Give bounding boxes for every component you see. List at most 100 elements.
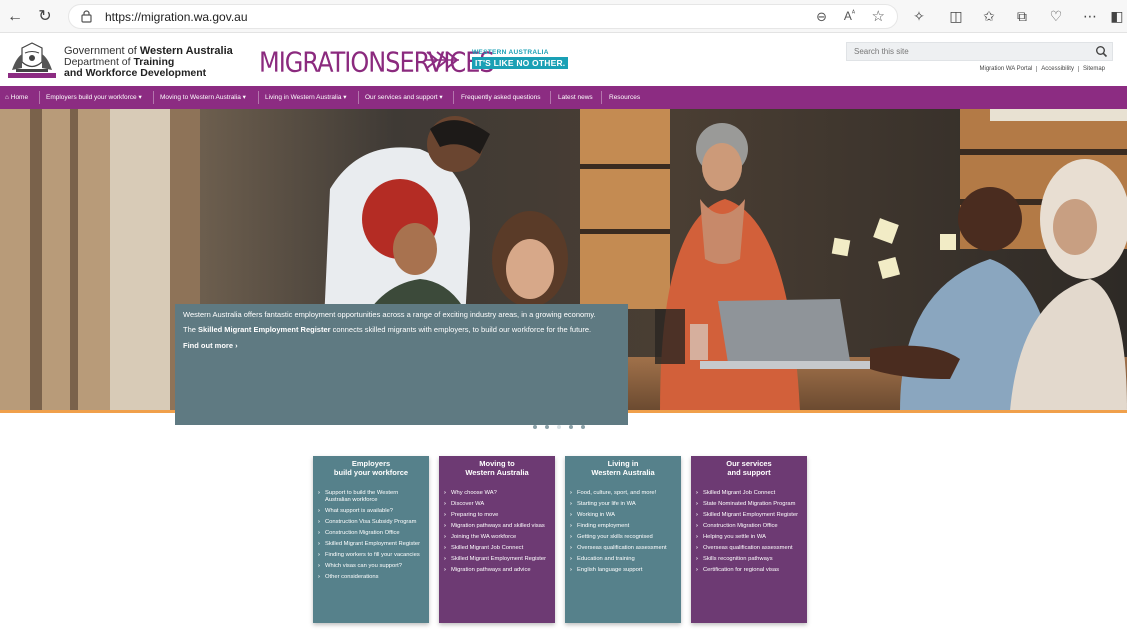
list-item[interactable]: Skilled Migrant Job Connect — [696, 490, 803, 497]
list-item[interactable]: Skilled Migrant Employment Register — [318, 541, 425, 548]
site-search-input[interactable]: Search this site — [846, 42, 1113, 61]
list-item[interactable]: Working in WA — [570, 512, 677, 519]
tile-title-line1: Our services — [726, 459, 772, 468]
wa-government-crest-icon[interactable] — [8, 40, 56, 80]
collections-icon[interactable]: ⧉ — [1013, 7, 1031, 25]
carousel-dot-2[interactable] — [545, 425, 549, 429]
search-icon[interactable] — [1095, 45, 1108, 58]
refresh-icon[interactable]: ↻ — [34, 6, 56, 28]
wa-tagline-logo: WESTERN AUSTRALIA IT'S LIKE NO OTHER. — [472, 49, 569, 69]
read-aloud-icon[interactable]: Aᴬ — [844, 9, 855, 23]
util-link-sitemap[interactable]: Sitemap — [1077, 66, 1109, 72]
carousel-indicators — [533, 416, 593, 429]
list-item[interactable]: Overseas qualification assessment — [696, 545, 803, 552]
nav-home-label: Home — [10, 94, 29, 101]
tile-living: Living inWestern Australia Food, culture… — [565, 456, 681, 623]
list-item[interactable]: Construction Migration Office — [318, 530, 425, 537]
nav-services[interactable]: Our services and support ▾ — [365, 86, 443, 109]
tagline-bottom: IT'S LIKE NO OTHER. — [472, 57, 569, 69]
browser-toolbar: ← ↻ https://migration.wa.gov.au ⊖ Aᴬ ☆ ✧… — [0, 0, 1127, 33]
hero-caption-panel: Western Australia offers fantastic emplo… — [175, 304, 628, 425]
carousel-dot-3[interactable] — [557, 425, 561, 429]
tile-title-line2: Western Australia — [591, 468, 655, 477]
find-out-more-link[interactable]: Find out more › — [183, 341, 620, 350]
lock-icon — [81, 10, 92, 23]
list-item[interactable]: Certification for regional visas — [696, 567, 803, 574]
list-item[interactable]: Migration pathways and skilled visas — [444, 523, 551, 530]
govt-line3: and Workforce Development — [64, 67, 207, 79]
list-item[interactable]: Helping you settle in WA — [696, 534, 803, 541]
list-item[interactable]: Which visas can you support? — [318, 563, 425, 570]
nav-employers[interactable]: Employers build your workforce ▾ — [46, 86, 142, 109]
nav-news[interactable]: Latest news — [558, 86, 593, 109]
tile-title-line1: Moving to — [479, 459, 515, 468]
utility-links: Migration WA Portal Accessibility Sitemap — [976, 66, 1109, 72]
list-item[interactable]: Food, culture, sport, and more! — [570, 490, 677, 497]
tile-moving: Moving toWestern Australia Why choose WA… — [439, 456, 555, 623]
list-item[interactable]: Finding workers to fill your vacancies — [318, 552, 425, 559]
list-item[interactable]: Joining the WA workforce — [444, 534, 551, 541]
util-link-accessibility[interactable]: Accessibility — [1036, 66, 1078, 72]
list-item[interactable]: Overseas qualification assessment — [570, 545, 677, 552]
list-item[interactable]: Migration pathways and advice — [444, 567, 551, 574]
chevron-arrows-icon — [426, 51, 459, 69]
list-item[interactable]: Construction Visa Subsidy Program — [318, 519, 425, 526]
list-item[interactable]: Skilled Migrant Job Connect — [444, 545, 551, 552]
nav-faq[interactable]: Frequently asked questions — [461, 86, 541, 109]
register-bold: Skilled Migrant Employment Register — [198, 325, 331, 334]
tile-employers: Employersbuild your workforce Support to… — [313, 456, 429, 623]
tile-moving-title[interactable]: Moving to Western Australia — [439, 456, 555, 478]
extensions-icon[interactable]: ✧ — [910, 7, 928, 25]
main-navigation: ⌂ Home Employers build your workforce ▾ … — [0, 86, 1127, 109]
more-options-icon[interactable]: ⋯ — [1081, 7, 1099, 25]
carousel-dot-1[interactable] — [533, 425, 537, 429]
url-text: https://migration.wa.gov.au — [105, 10, 248, 24]
nav-home[interactable]: ⌂ Home — [5, 86, 28, 109]
back-arrow-icon[interactable]: ← — [4, 6, 26, 28]
tile-services: Our servicesand support Skilled Migrant … — [691, 456, 807, 623]
logo-migration-text: MIGRATION — [259, 46, 386, 79]
list-item[interactable]: Education and training — [570, 556, 677, 563]
register-suffix: connects skilled migrants with employers… — [330, 325, 592, 334]
nav-living[interactable]: Living in Western Australia ▾ — [265, 86, 347, 109]
tile-title-line2: build your workforce — [333, 468, 409, 477]
tile-title-line2: and support — [727, 468, 771, 477]
list-item[interactable]: Skills recognition pathways — [696, 556, 803, 563]
nav-moving[interactable]: Moving to Western Australia ▾ — [160, 86, 246, 109]
zoom-icon[interactable]: ⊖ — [816, 9, 827, 25]
tile-title-line1: Living in — [607, 459, 639, 468]
favorites-icon[interactable]: ✩ — [980, 7, 998, 25]
tile-title-line2: Western Australia — [465, 468, 529, 477]
browser-essentials-icon[interactable]: ♡ — [1047, 7, 1065, 25]
list-item[interactable]: What support is available? — [318, 508, 425, 515]
tile-services-title[interactable]: Our services and support — [691, 456, 807, 478]
list-item[interactable]: Construction Migration Office — [696, 523, 803, 530]
list-item[interactable]: Finding employment — [570, 523, 677, 530]
favorite-star-icon[interactable]: ☆ — [872, 7, 885, 25]
list-item[interactable]: Preparing to move — [444, 512, 551, 519]
list-item[interactable]: State Nominated Migration Program — [696, 501, 803, 508]
tile-living-title[interactable]: Living in Western Australia — [565, 456, 681, 478]
list-item[interactable]: Getting your skills recognised — [570, 534, 677, 541]
nav-resources[interactable]: Resources — [609, 86, 640, 109]
register-prefix: The — [183, 325, 199, 334]
tile-employers-title[interactable]: Employers build your workforce — [313, 456, 429, 478]
list-item[interactable]: Support to build the Western Australian … — [318, 490, 425, 505]
util-link-portal[interactable]: Migration WA Portal — [976, 66, 1037, 72]
government-department-name[interactable]: Government of Western Australia Departme… — [64, 45, 233, 79]
site-header: Government of Western Australia Departme… — [0, 33, 1127, 86]
carousel-dot-4[interactable] — [569, 425, 573, 429]
hero-intro-text: Western Australia offers fantastic emplo… — [183, 310, 596, 319]
list-item[interactable]: Skilled Migrant Employment Register — [696, 512, 803, 519]
list-item[interactable]: Discover WA — [444, 501, 551, 508]
list-item[interactable]: Starting your life in WA — [570, 501, 677, 508]
sidebar-icon[interactable]: ◧ — [1108, 7, 1126, 25]
search-placeholder: Search this site — [854, 47, 909, 56]
address-bar[interactable]: https://migration.wa.gov.au ⊖ Aᴬ ☆ — [68, 4, 898, 29]
carousel-dot-5[interactable] — [581, 425, 585, 429]
list-item[interactable]: Why choose WA? — [444, 490, 551, 497]
split-screen-icon[interactable]: ◫ — [947, 7, 965, 25]
list-item[interactable]: Skilled Migrant Employment Register — [444, 556, 551, 563]
list-item[interactable]: English language support — [570, 567, 677, 574]
list-item[interactable]: Other considerations — [318, 574, 425, 581]
